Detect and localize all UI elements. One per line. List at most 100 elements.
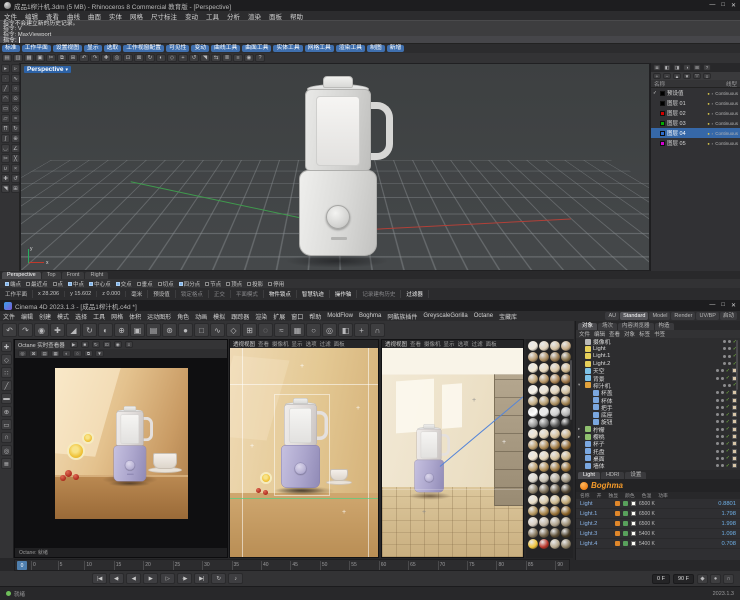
coordinate-system-icon[interactable]: ⊕ bbox=[114, 323, 129, 337]
c4d-menu-item[interactable]: Octane bbox=[471, 313, 496, 319]
material-swatch[interactable] bbox=[539, 462, 549, 472]
material-swatch[interactable] bbox=[539, 396, 549, 406]
editor-visibility-dot[interactable] bbox=[715, 464, 719, 468]
material-swatch[interactable] bbox=[539, 451, 549, 461]
timeline-tick[interactable]: 60 bbox=[378, 560, 386, 570]
timeline-tick[interactable]: 0 bbox=[31, 560, 36, 570]
osnap-icon[interactable]: ◉ bbox=[244, 54, 254, 62]
material-swatch[interactable] bbox=[528, 473, 538, 483]
material-swatch[interactable] bbox=[528, 418, 538, 428]
object-manager-scrollbar[interactable] bbox=[736, 340, 738, 390]
light-color-swatch[interactable] bbox=[631, 531, 636, 536]
material-swatch[interactable] bbox=[550, 495, 560, 505]
status-toggle[interactable]: 操作轴 bbox=[330, 290, 358, 298]
editor-visibility-dot[interactable] bbox=[715, 398, 719, 402]
loop-button[interactable]: ↻ bbox=[211, 573, 226, 584]
material-swatch[interactable] bbox=[550, 517, 560, 527]
material-tag-icon[interactable] bbox=[732, 426, 737, 432]
move-tool-icon[interactable]: ✚ bbox=[1, 174, 10, 183]
material-tag-icon[interactable] bbox=[732, 463, 737, 469]
osnap-toggle[interactable]: 最近点 bbox=[26, 280, 48, 288]
layer-color-chip[interactable] bbox=[660, 90, 665, 96]
render-visibility-dot[interactable] bbox=[720, 376, 724, 380]
om-menu-item[interactable]: 对象 bbox=[624, 330, 635, 338]
enabled-check-icon[interactable]: ✓ bbox=[726, 412, 730, 418]
material-swatch[interactable] bbox=[539, 517, 549, 527]
material-swatch[interactable] bbox=[539, 363, 549, 373]
undo-icon[interactable]: ↶ bbox=[79, 54, 89, 62]
print-icon[interactable]: ▣ bbox=[35, 54, 45, 62]
scale-icon[interactable]: ◢ bbox=[66, 323, 81, 337]
material-swatch[interactable] bbox=[528, 495, 538, 505]
material-swatch[interactable] bbox=[561, 517, 571, 527]
chamfer-tool-icon[interactable]: ∠ bbox=[11, 144, 20, 153]
move-icon[interactable]: + bbox=[178, 54, 188, 62]
rhino-menu-item[interactable]: 分析 bbox=[223, 11, 244, 21]
om-tab[interactable]: 构造 bbox=[654, 323, 674, 330]
toolbar-tab[interactable]: 选取 bbox=[103, 45, 122, 52]
layout-tab[interactable]: Render bbox=[671, 312, 696, 320]
status-toggle[interactable]: 锁定格点 bbox=[176, 290, 209, 298]
edge-mode-icon[interactable]: ╱ bbox=[1, 380, 12, 391]
editor-visibility-dot[interactable] bbox=[715, 413, 719, 417]
editor-visibility-dot[interactable] bbox=[715, 376, 719, 380]
snap-icon[interactable]: ∩ bbox=[370, 323, 385, 337]
object-row[interactable]: 墙体 ✓ bbox=[576, 462, 740, 470]
layer-visibility-icon[interactable]: ● bbox=[707, 111, 709, 116]
render-visibility-dot[interactable] bbox=[727, 340, 731, 344]
material-swatch[interactable] bbox=[528, 352, 538, 362]
next-key-button[interactable]: ·▶ bbox=[177, 573, 192, 584]
close-button[interactable]: ✕ bbox=[731, 302, 736, 309]
viewport-menu-item[interactable]: 查看 bbox=[410, 340, 421, 348]
om-menu-item[interactable]: 标签 bbox=[639, 330, 650, 338]
revolve-tool-icon[interactable]: ↻ bbox=[11, 124, 20, 133]
material-swatch[interactable] bbox=[528, 451, 538, 461]
new-file-icon[interactable]: ▤ bbox=[2, 54, 12, 62]
viewport-label[interactable]: 透视视图 bbox=[233, 340, 255, 348]
explode-tool-icon[interactable]: × bbox=[11, 164, 20, 173]
render-visibility-dot[interactable] bbox=[720, 427, 724, 431]
filter-layers-icon[interactable]: ▽ bbox=[693, 73, 701, 79]
axis-mode-icon[interactable]: ⊕ bbox=[1, 406, 12, 417]
expand-caret-icon[interactable]: ▸ bbox=[578, 426, 583, 432]
c4d-menu-item[interactable]: MoldFlow bbox=[324, 313, 356, 319]
rectangle-tool-icon[interactable]: ▭ bbox=[1, 104, 10, 113]
editor-visibility-dot[interactable] bbox=[715, 427, 719, 431]
c4d-menu-item[interactable]: 模式 bbox=[54, 312, 72, 321]
axis-icon[interactable]: + bbox=[354, 323, 369, 337]
camera-icon[interactable]: ◎ bbox=[322, 323, 337, 337]
material-swatch[interactable] bbox=[539, 495, 549, 505]
render-view-icon[interactable]: ▣ bbox=[130, 323, 145, 337]
material-swatch[interactable] bbox=[539, 539, 549, 549]
layer-row[interactable]: 图层 04 ● ▪ Continuous bbox=[651, 128, 740, 138]
toolbar-tab[interactable]: 新增 bbox=[386, 45, 405, 52]
editor-visibility-dot[interactable] bbox=[715, 456, 719, 460]
material-tag-icon[interactable] bbox=[732, 441, 737, 447]
timeline-tick[interactable]: 80 bbox=[496, 560, 504, 570]
light-row[interactable]: Light.2 6500 K 1.998 bbox=[576, 519, 740, 529]
layout-tab[interactable]: UV/BP bbox=[696, 312, 719, 320]
status-toggle[interactable]: 正交 bbox=[209, 290, 231, 298]
rhino-menu-item[interactable]: 帮助 bbox=[286, 11, 307, 21]
material-swatch[interactable] bbox=[539, 484, 549, 494]
layer-row[interactable]: 图层 02 ● ▪ Continuous bbox=[651, 108, 740, 118]
om-menu-item[interactable]: 书签 bbox=[654, 330, 665, 338]
material-swatch[interactable] bbox=[539, 528, 549, 538]
array-tool-icon[interactable]: ⊞ bbox=[11, 184, 20, 193]
split-tool-icon[interactable]: ╳ bbox=[11, 154, 20, 163]
viewport-menu-item[interactable]: 选项 bbox=[458, 340, 469, 348]
layer-color-chip[interactable] bbox=[660, 100, 665, 106]
status-toggle[interactable]: 平面模式 bbox=[231, 290, 264, 298]
viewport-menu-item[interactable]: 面板 bbox=[486, 340, 497, 348]
viewport-menu-item[interactable]: 过滤 bbox=[320, 340, 331, 348]
scale-icon[interactable]: ◥ bbox=[200, 54, 210, 62]
viewer-menu-icon[interactable]: ≡ bbox=[124, 341, 133, 348]
layer-row[interactable]: 图层 01 ● ▪ Continuous bbox=[651, 98, 740, 108]
rhino-command-prompt[interactable]: 指令: bbox=[0, 36, 740, 44]
volume-icon[interactable]: ▦ bbox=[290, 323, 305, 337]
material-swatch[interactable] bbox=[539, 385, 549, 395]
toolbar-tab[interactable]: 工作平面 bbox=[21, 45, 51, 52]
zoom-icon[interactable]: ◎ bbox=[112, 54, 122, 62]
status-toggle[interactable]: 物件锁点 bbox=[264, 290, 297, 298]
material-swatch[interactable] bbox=[561, 484, 571, 494]
